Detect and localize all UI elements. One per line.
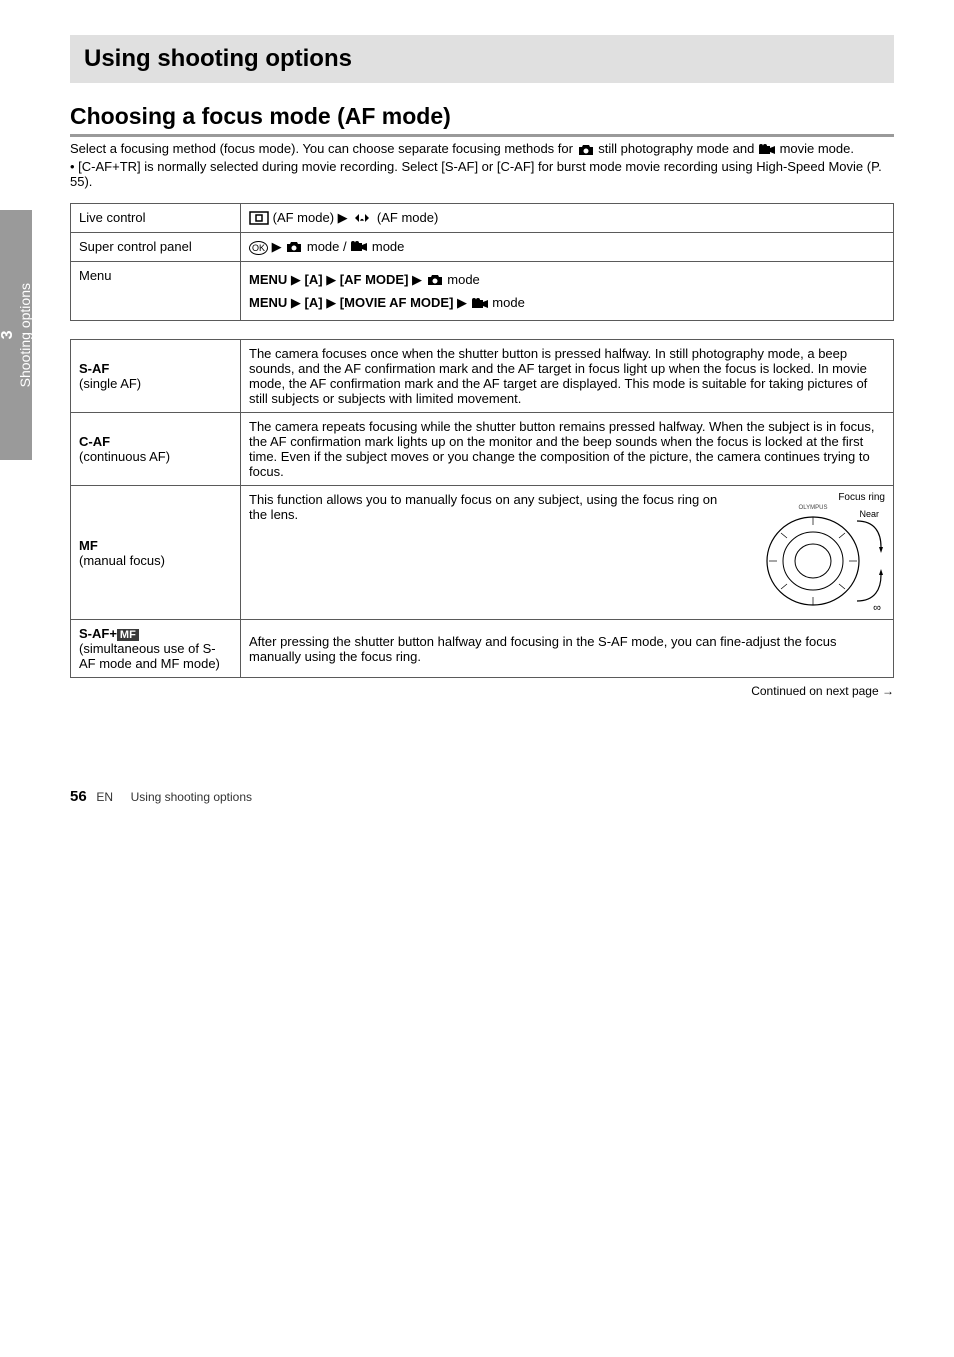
mf-badge: MF (117, 629, 139, 641)
af-safmf-sub: (simultaneous use of S-AF mode and MF mo… (79, 641, 220, 671)
dpad-icon (351, 211, 373, 225)
nav-row-menu-label: Menu (71, 261, 241, 321)
nav-table: Live control (AF mode) ▶ (AF mode) Super… (70, 203, 894, 322)
menu-mode1: mode (447, 272, 480, 287)
af-row-safmf-label: S-AF+MF (simultaneous use of S-AF mode a… (71, 620, 241, 678)
side-tab-number: 3 (0, 331, 16, 340)
af-target-icon (249, 211, 269, 225)
arrow-icon: ▶ (457, 295, 471, 310)
nav-row-live-val: (AF mode) ▶ (AF mode) (241, 203, 894, 232)
focus-ring-figure: Focus ring (745, 492, 885, 613)
arrow-icon: ▶ (291, 272, 305, 287)
nav-live-note: (AF mode) (273, 210, 334, 225)
af-caf-name: C-AF (79, 434, 110, 449)
af-saf-sub: (single AF) (79, 376, 141, 391)
footer-section: Using shooting options (131, 790, 252, 804)
section-sub-m1: movie mode. (780, 141, 854, 156)
menu-kw: MENU (249, 272, 287, 287)
nav-row-live-label: Live control (71, 203, 241, 232)
nav-scp-text: mode / (307, 239, 350, 254)
af-saf-name: S-AF (79, 361, 109, 376)
nav-row-menu-val: MENU ▶ [A] ▶ [AF MODE] ▶ mode MENU ▶ [A]… (241, 261, 894, 321)
af-row-caf-desc: The camera repeats focusing while the sh… (241, 413, 894, 486)
page-header: Using shooting options (70, 35, 894, 83)
af-mf-name: MF (79, 538, 98, 553)
movie-icon (471, 297, 489, 311)
ok-icon: OK (249, 241, 268, 255)
section-sub-m2: • [C-AF+TR] is normally selected during … (70, 159, 894, 189)
section-sub-prefix: Select a focusing method (focus mode). Y… (70, 141, 577, 156)
movie-icon (758, 143, 776, 157)
section-subtitle: Select a focusing method (focus mode). Y… (70, 141, 894, 189)
side-tab: 3 Shooting options (0, 210, 32, 460)
af-caf-sub: (continuous AF) (79, 449, 170, 464)
side-tab-label: Shooting options (17, 283, 33, 387)
af-mf-sub: (manual focus) (79, 553, 165, 568)
nav-row-scp-label: Super control panel (71, 232, 241, 261)
lens-illustration: Near ∞ OLYMPUS (745, 503, 885, 613)
af-row-mf-desc: Focus ring (241, 486, 894, 620)
arrow-icon: ▶ (272, 239, 286, 254)
arrow-icon: ▶ (291, 295, 305, 310)
section-sub-still: still photography mode and (598, 141, 758, 156)
af-safmf-name: S-AF+MF (79, 626, 139, 641)
af-row-caf-label: C-AF (continuous AF) (71, 413, 241, 486)
page-number: 56 (70, 788, 87, 805)
camera-icon (285, 240, 303, 254)
af-modes-table: S-AF (single AF) The camera focuses once… (70, 339, 894, 678)
arrow-icon: ▶ (326, 295, 340, 310)
af-row-safmf-desc: After pressing the shutter button halfwa… (241, 620, 894, 678)
af-mf-body: This function allows you to manually foc… (249, 492, 717, 522)
arrow-icon: ▶ (338, 210, 352, 225)
af-row-saf-desc: The camera focuses once when the shutter… (241, 340, 894, 413)
focus-ring-label: Focus ring (745, 492, 885, 503)
footer-lang: EN (96, 790, 113, 804)
continued-note: Continued on next page → (70, 684, 894, 698)
arrow-icon: ▶ (412, 272, 426, 287)
svg-text:OLYMPUS: OLYMPUS (799, 505, 828, 511)
af-row-saf-label: S-AF (single AF) (71, 340, 241, 413)
movie-icon (350, 240, 368, 254)
camera-icon (426, 273, 444, 287)
section-title: Choosing a focus mode (AF mode) (70, 103, 894, 137)
menu-mode2: mode (492, 295, 525, 310)
nav-row-scp-val: OK ▶ mode / mode (241, 232, 894, 261)
nav-scp-text2: mode (372, 239, 405, 254)
af-row-mf-label: MF (manual focus) (71, 486, 241, 620)
lens-near-label: Near (859, 509, 879, 519)
arrow-icon: ▶ (326, 272, 340, 287)
camera-icon (577, 143, 595, 157)
nav-live-tail: (AF mode) (377, 210, 438, 225)
menu-kw2: MENU (249, 295, 287, 310)
lens-inf-label: ∞ (873, 602, 881, 613)
